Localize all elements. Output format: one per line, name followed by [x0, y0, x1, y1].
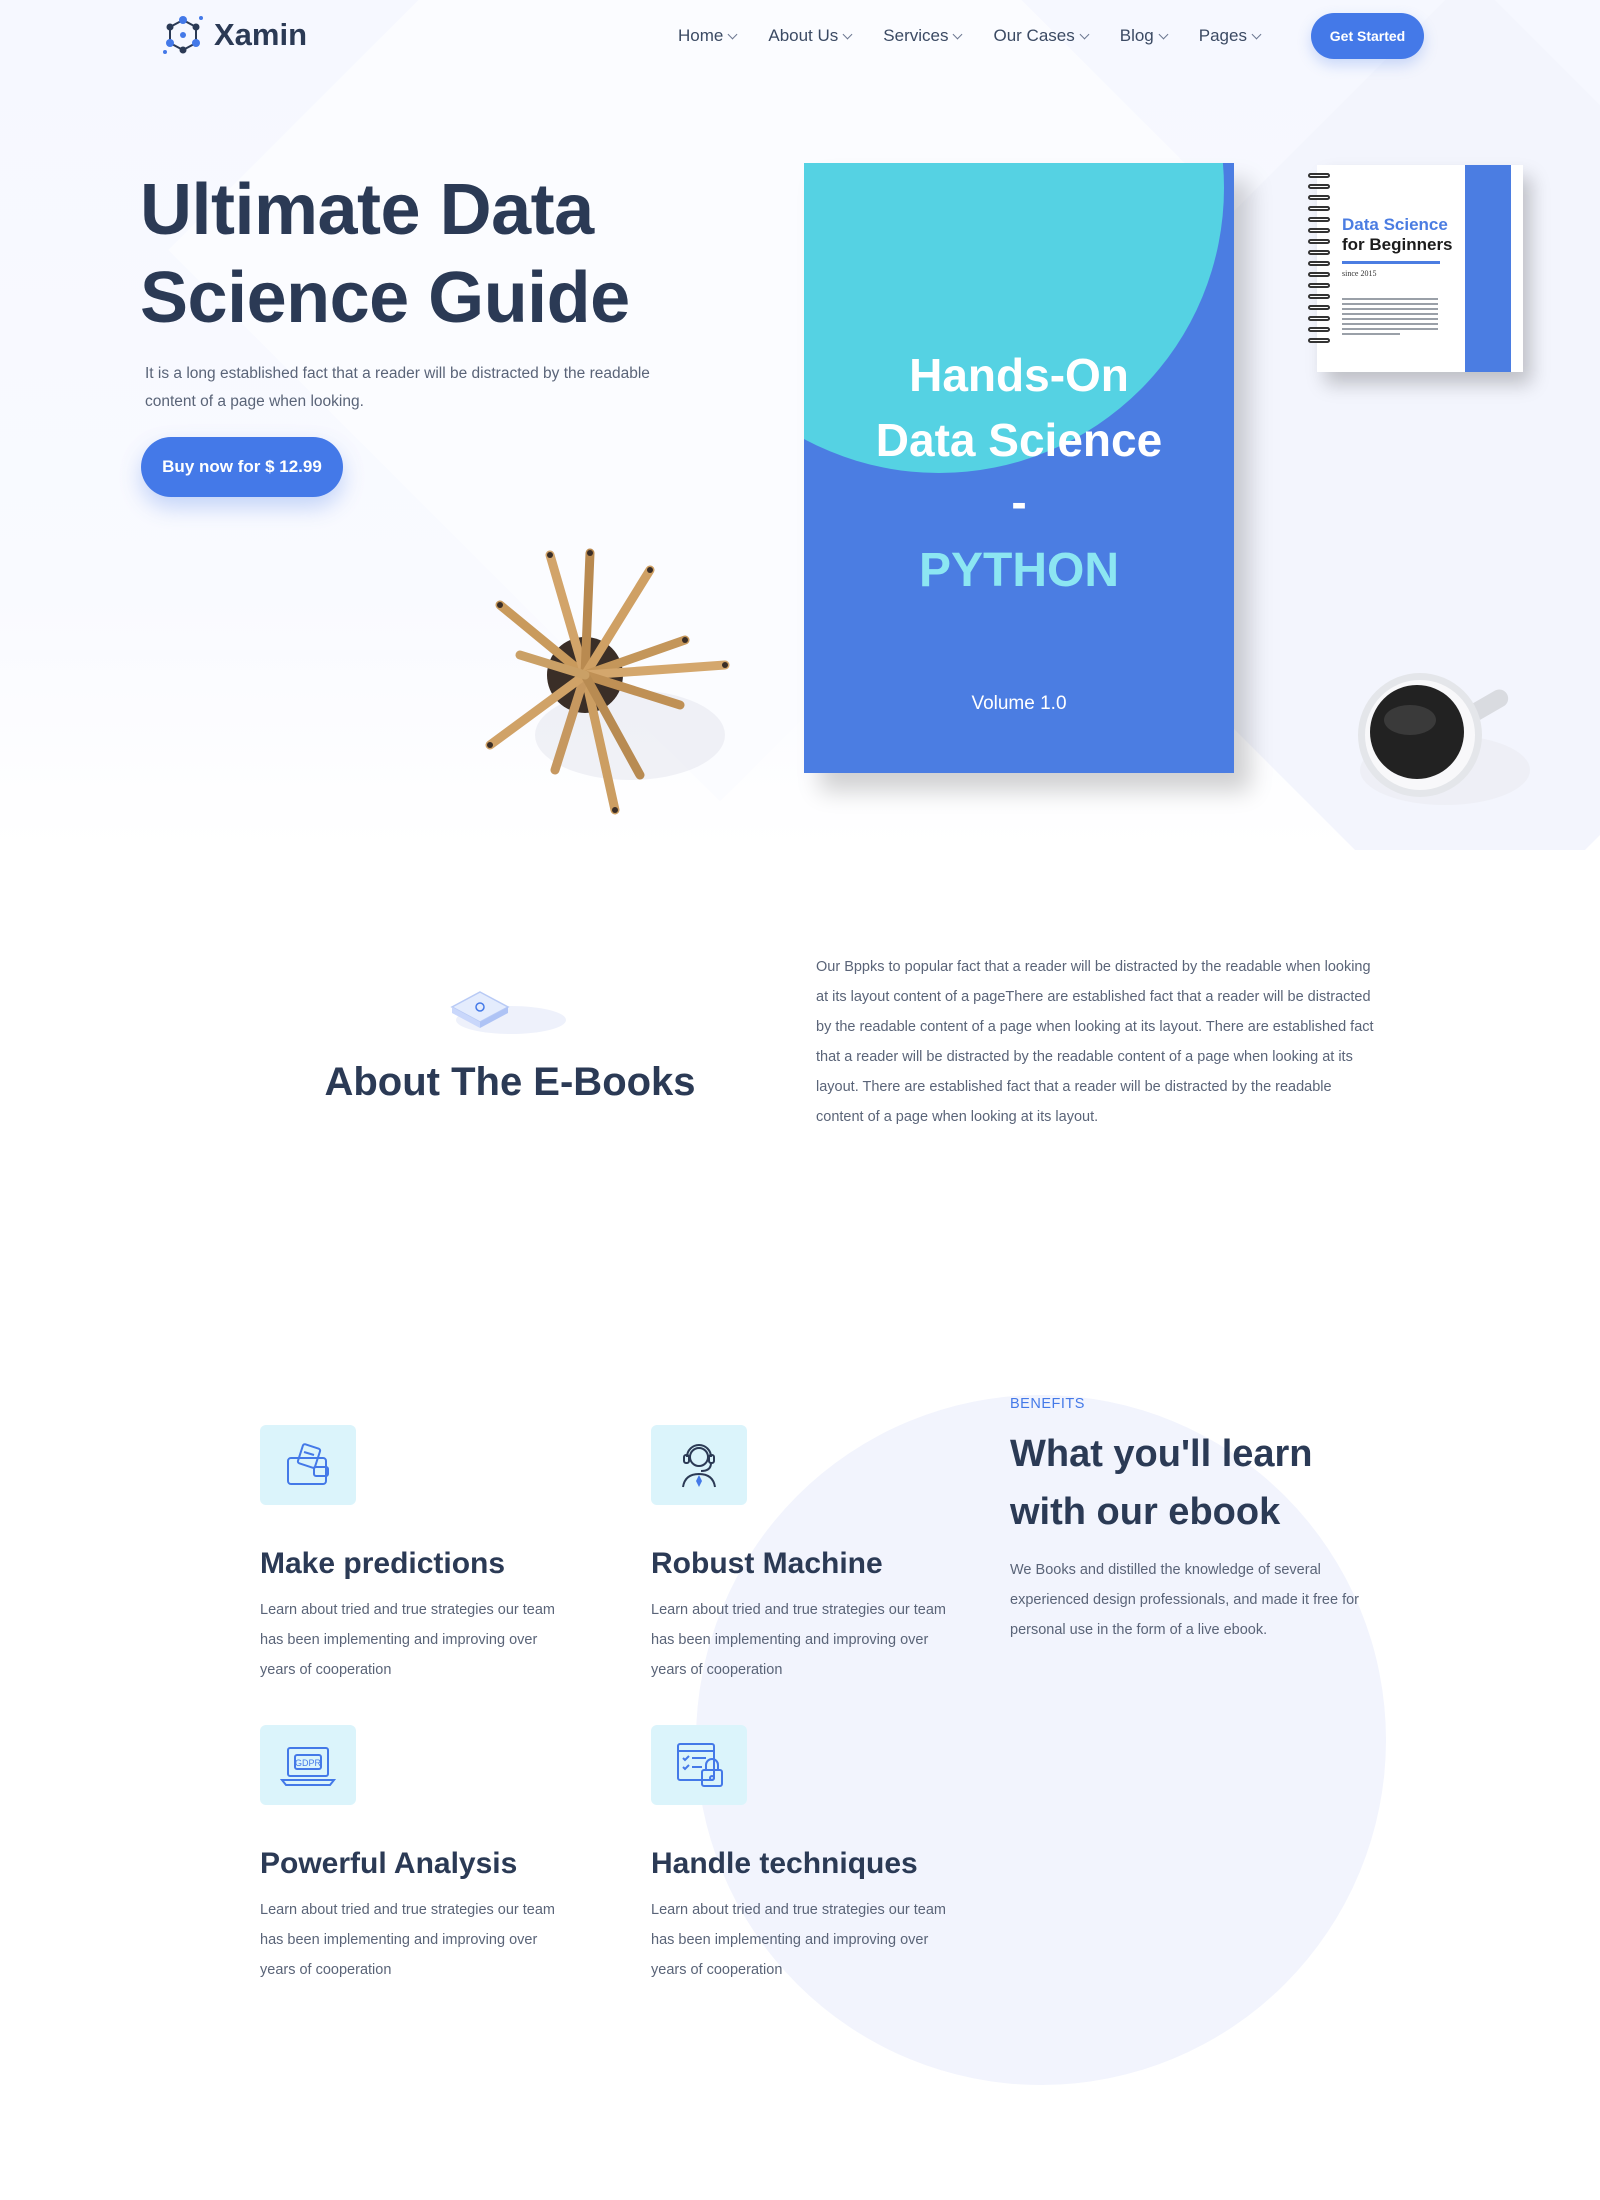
main-nav: Home About Us Services Our Cases Blog Pa… [678, 18, 1292, 54]
nav-home[interactable]: Home [678, 18, 738, 54]
feature-icon-box [651, 1725, 747, 1805]
feature-text: Learn about tried and true strategies ou… [260, 1902, 556, 1978]
about-title: About The E-Books [324, 1060, 696, 1104]
notebook-illustration: Data Science for Beginners since 2015 [1308, 165, 1523, 372]
benefits-kicker: BENEFITS [1010, 1396, 1085, 1412]
chevron-down-icon [1158, 29, 1169, 39]
logo[interactable]: Xamin [160, 12, 307, 58]
feature-title: Robust Machine [651, 1547, 883, 1580]
gdpr-laptop-icon: GDPR [279, 1747, 337, 1786]
chevron-down-icon [1251, 29, 1262, 39]
benefits-description: We Books and distilled the knowledge of … [1010, 1562, 1360, 1638]
logo-text: Xamin [214, 17, 308, 52]
support-agent-icon [682, 1444, 716, 1488]
feature-icon-box [260, 1425, 356, 1505]
notebook-subtitle: for Beginners [1342, 235, 1453, 254]
feature-title: Handle techniques [651, 1847, 918, 1880]
buy-now-button[interactable]: Buy now for $ 12.99 [141, 437, 343, 497]
chevron-down-icon [842, 29, 853, 39]
feature-text: Learn about tried and true strategies ou… [651, 1902, 947, 1978]
notebook-since: since 2015 [1342, 269, 1377, 278]
pencil-cup-illustration [485, 548, 730, 815]
features-grid: Make predictions Learn about tried and t… [260, 1425, 1060, 1985]
nav-label: Home [678, 26, 724, 45]
about-text: Our Bppks to popular fact that a reader … [816, 959, 1374, 1125]
feature-card: Handle techniques Learn about tried and … [651, 1725, 971, 1985]
nav-about-us[interactable]: About Us [768, 18, 853, 54]
book-title-line: - [1011, 476, 1027, 528]
hero-title: Ultimate Data Science Guide [140, 170, 630, 338]
book-subtitle: PYTHON [918, 544, 1119, 597]
nav-pages[interactable]: Pages [1198, 18, 1262, 54]
nav-label: About Us [768, 26, 839, 45]
nav-label: Services [883, 26, 949, 45]
nav-blog[interactable]: Blog [1119, 18, 1169, 54]
book-title-line: Data Science [875, 414, 1163, 466]
feature-text: Learn about tried and true strategies ou… [260, 1602, 556, 1678]
isometric-tile-icon [450, 991, 566, 1034]
feature-card: GDPR Powerful Analysis Learn about tried… [260, 1725, 580, 1985]
get-started-button[interactable]: Get Started [1311, 13, 1424, 59]
nav-label: Pages [1198, 26, 1247, 45]
hero-section: Xamin Home About Us Services Our Cases B… [0, 0, 1600, 850]
feature-icon-box: GDPR [260, 1725, 356, 1805]
nav-services[interactable]: Services [883, 18, 963, 54]
feature-title: Make predictions [260, 1547, 506, 1580]
wallet-icon [287, 1443, 329, 1485]
benefits-title: What you'll learn with our ebook [1010, 1433, 1313, 1533]
notebook-text-lines [1342, 298, 1438, 338]
nav-label: Our Cases [993, 26, 1075, 45]
feature-card: Robust Machine Learn about tried and tru… [651, 1425, 971, 1685]
chevron-down-icon [953, 29, 963, 39]
feature-title: Powerful Analysis [260, 1847, 518, 1880]
book-cover: Hands-On Data Science - PYTHON Volume 1.… [804, 163, 1234, 773]
feature-icon-box [651, 1425, 747, 1505]
chevron-down-icon [727, 29, 738, 39]
chevron-down-icon [1079, 29, 1090, 39]
book-volume: Volume 1.0 [971, 693, 1067, 714]
notebook-title: Data Science [1342, 215, 1448, 234]
hero-description: It is a long established fact that a rea… [145, 365, 650, 410]
book-title-line: Hands-On [909, 349, 1129, 401]
notebook-spine [1465, 165, 1511, 372]
feature-text: Learn about tried and true strategies ou… [651, 1602, 947, 1678]
svg-text:GDPR: GDPR [295, 1758, 322, 1768]
notebook-rings [1308, 173, 1330, 343]
nav-our-cases[interactable]: Our Cases [993, 18, 1090, 54]
checklist-lock-icon [677, 1743, 723, 1787]
molecule-logo-icon [163, 16, 203, 54]
feature-card: Make predictions Learn about tried and t… [260, 1425, 580, 1685]
nav-label: Blog [1119, 26, 1154, 45]
coffee-mug-illustration [1358, 673, 1530, 805]
notebook-rule [1342, 261, 1440, 264]
